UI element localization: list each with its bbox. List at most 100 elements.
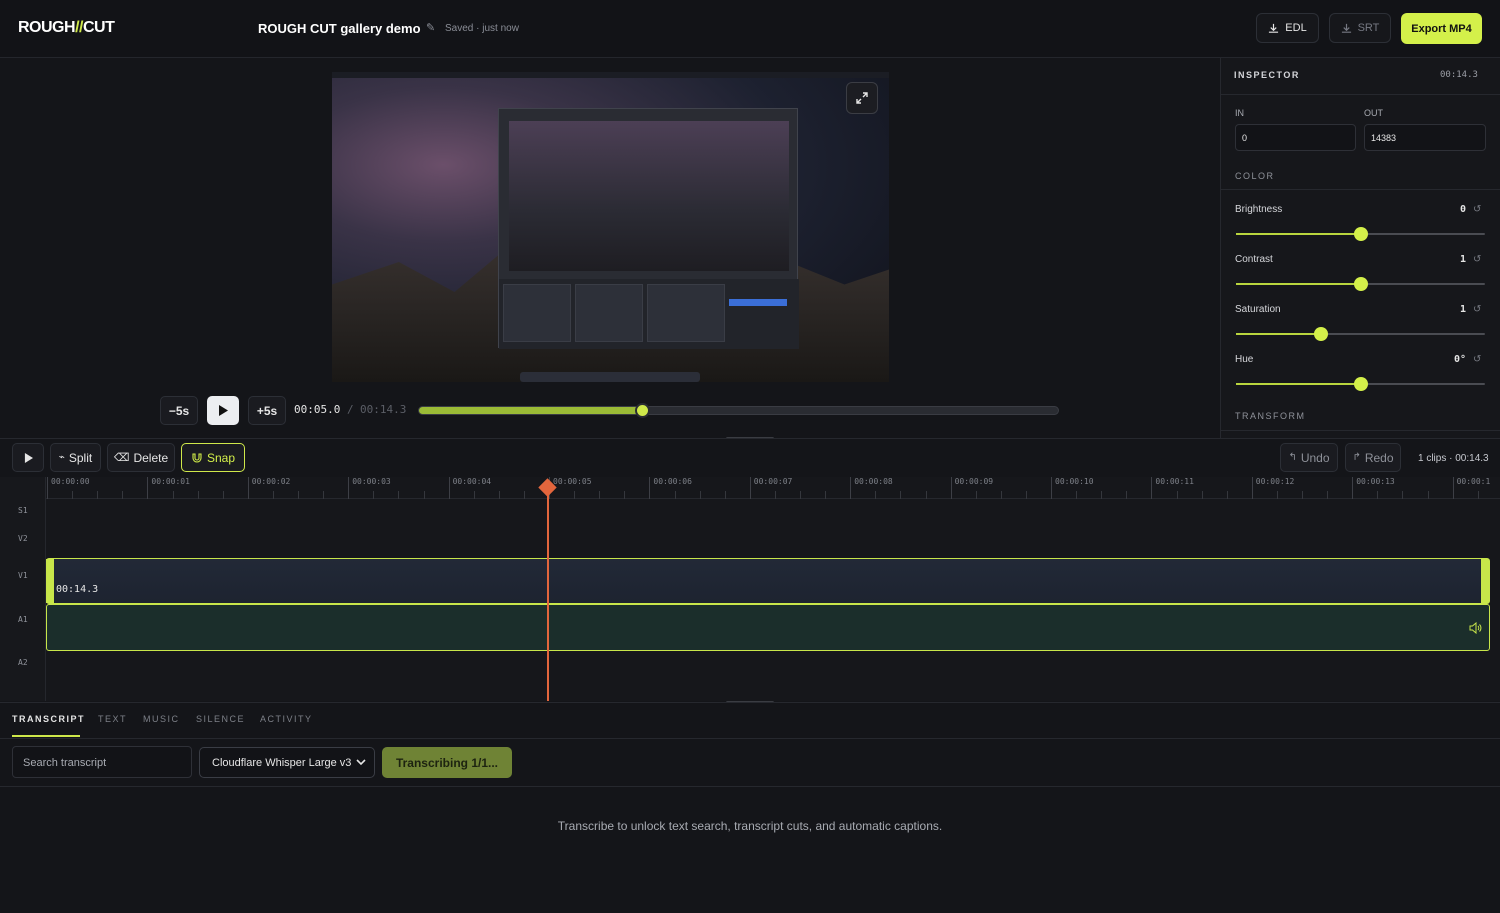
speaker-icon[interactable] (1469, 621, 1482, 639)
current-timecode: 00:05.0 (294, 403, 341, 416)
ruler-minor-tick (624, 491, 626, 499)
transcribe-button[interactable]: Transcribing 1/1... (382, 747, 512, 778)
ruler-major-tick (247, 477, 249, 499)
ruler-label: 00:00:10 (1055, 477, 1094, 486)
srt-download-button[interactable]: SRT (1329, 13, 1391, 43)
track-label-a2: A2 (18, 658, 28, 667)
audio-clip[interactable] (46, 604, 1490, 651)
redo-button[interactable]: ↱ Redo (1345, 443, 1401, 472)
color-section-title: COLOR (1235, 171, 1275, 181)
transform-section-title: TRANSFORM (1235, 411, 1306, 421)
export-mp4-button[interactable]: Export MP4 (1401, 13, 1482, 44)
ruler-label: 00:00:06 (653, 477, 692, 486)
skip-forward-button[interactable]: +5s (248, 396, 286, 425)
ruler-label: 00:00:09 (954, 477, 994, 486)
nested-window-image (498, 108, 799, 349)
video-preview[interactable] (332, 72, 889, 382)
video-clip[interactable] (46, 558, 1490, 604)
skip-back-button[interactable]: −5s (160, 396, 198, 425)
tab-activity[interactable]: ACTIVITY (260, 714, 313, 724)
ruler-minor-tick (1101, 491, 1103, 499)
saturation-reset-icon[interactable]: ↺ (1473, 304, 1481, 315)
timeline-play-button[interactable] (12, 443, 44, 472)
saturation-slider-handle[interactable] (1313, 327, 1328, 341)
hue-slider-handle[interactable] (1353, 377, 1368, 391)
ruler-label: 00:00:02 (251, 477, 291, 486)
ruler-minor-tick (473, 491, 475, 499)
contrast-reset-icon[interactable]: ↺ (1473, 254, 1481, 265)
model-select[interactable]: Cloudflare Whisper Large v3 (199, 747, 375, 778)
saturation-value: 1 (1459, 304, 1466, 315)
ruler-minor-tick (875, 491, 877, 499)
ruler-minor-tick (1076, 491, 1078, 499)
project-title[interactable]: ROUGH CUT gallery demo (258, 21, 421, 36)
clip-count-info: 1 clips · 00:14.3 (1418, 453, 1489, 464)
magnet-icon (192, 452, 202, 463)
transcript-search-input[interactable]: Search transcript (12, 746, 192, 778)
edit-pencil-icon[interactable]: ✎ (426, 21, 435, 34)
saturation-slider[interactable] (1236, 327, 1485, 341)
brightness-slider-handle[interactable] (1353, 227, 1368, 241)
brightness-reset-icon[interactable]: ↺ (1473, 204, 1481, 215)
tab-silence[interactable]: SILENCE (196, 714, 245, 724)
ruler-label: 00:00:07 (753, 477, 793, 486)
ruler-minor-tick (122, 491, 124, 499)
ruler-minor-tick (674, 491, 676, 499)
brightness-slider[interactable] (1236, 227, 1485, 241)
saturation-label: Saturation (1235, 304, 1281, 315)
ruler-minor-tick (222, 491, 224, 499)
ruler-minor-tick (599, 491, 601, 499)
app-logo: ROUGH//CUT (18, 19, 115, 36)
ruler-major-tick (749, 477, 751, 499)
edl-download-button[interactable]: EDL (1256, 13, 1319, 43)
in-point-field[interactable]: 0 (1235, 124, 1356, 151)
out-point-field[interactable]: 14383 (1364, 124, 1486, 151)
scrub-bar[interactable] (418, 403, 1059, 418)
ruler-minor-tick (272, 491, 274, 499)
ruler-minor-tick (523, 491, 525, 499)
ruler-minor-tick (498, 491, 500, 499)
ruler-minor-tick (800, 491, 801, 499)
bottom-panel (0, 702, 1500, 913)
ruler-major-tick (649, 477, 651, 499)
play-button[interactable] (207, 396, 239, 425)
ruler-minor-tick (699, 491, 701, 499)
undo-button[interactable]: ↰ Undo (1280, 443, 1338, 472)
redo-icon: ↱ (1352, 452, 1361, 463)
fullscreen-button[interactable] (846, 82, 878, 114)
tab-text[interactable]: TEXT (98, 714, 127, 724)
scrub-progress (419, 407, 643, 414)
ruler-minor-tick (1402, 491, 1404, 499)
split-button[interactable]: ⌁ Split (50, 443, 101, 472)
clip-trim-handle-right[interactable] (1481, 559, 1489, 603)
timecode-separator: / (347, 403, 354, 416)
ruler-major-tick (47, 477, 48, 499)
ruler-label: 00:00:12 (1255, 477, 1295, 486)
ruler-major-tick (1251, 477, 1253, 499)
ruler-minor-tick (373, 491, 375, 499)
ruler-minor-tick (1276, 491, 1278, 499)
hue-slider[interactable] (1236, 377, 1485, 391)
transcript-empty-message: Transcribe to unlock text search, transc… (557, 819, 943, 833)
contrast-slider[interactable] (1236, 277, 1485, 291)
snap-toggle[interactable]: Snap (181, 443, 245, 472)
ruler-label: 00:00:1 (1456, 477, 1491, 486)
tab-music[interactable]: MUSIC (143, 714, 180, 724)
ruler-minor-tick (172, 491, 174, 499)
contrast-slider-handle[interactable] (1353, 277, 1368, 291)
ruler-minor-tick (197, 491, 199, 499)
save-status: Saved · just now (445, 23, 519, 34)
split-icon: ⌁ (58, 452, 65, 463)
ruler-minor-tick (1226, 491, 1228, 499)
delete-button[interactable]: ⌫ Delete (107, 443, 175, 472)
ruler-minor-tick (975, 491, 977, 499)
ruler-label: 00:00:04 (452, 477, 492, 486)
tab-transcript[interactable]: TRANSCRIPT (12, 714, 85, 724)
playhead-line[interactable] (547, 488, 549, 701)
contrast-value: 1 (1459, 254, 1466, 265)
ruler-label: 00:00:11 (1155, 477, 1194, 486)
scrub-handle[interactable] (634, 403, 650, 418)
clip-trim-handle-left[interactable] (46, 559, 54, 603)
download-icon (1341, 23, 1351, 33)
hue-reset-icon[interactable]: ↺ (1473, 354, 1481, 365)
